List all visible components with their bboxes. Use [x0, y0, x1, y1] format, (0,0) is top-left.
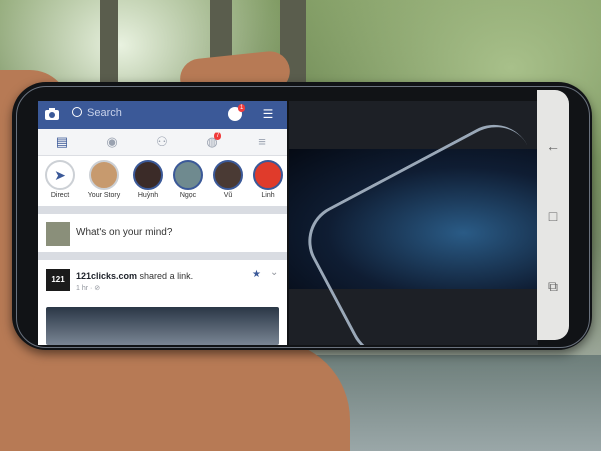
chevron-down-icon[interactable]: ⌄ [270, 267, 278, 278]
avatar [253, 160, 283, 190]
facebook-header: Search 1 ☰ [38, 101, 287, 129]
search-placeholder: Search [87, 107, 122, 119]
story-huynh[interactable]: Huỳnh [130, 160, 166, 199]
composer-prompt: What's on your mind? [76, 227, 173, 238]
story-ngoc[interactable]: Ngọc [170, 160, 206, 199]
post-header: 121clicks.com shared a link. [76, 271, 193, 281]
star-icon: ★ [252, 269, 261, 280]
story-label: Direct [50, 192, 70, 199]
post-image[interactable] [46, 307, 279, 345]
phone-render [294, 111, 538, 345]
page-logo[interactable]: 121 [46, 269, 70, 291]
video-pane [289, 101, 538, 345]
tab-friends[interactable]: ⚇ [154, 134, 170, 150]
story-your-story[interactable]: Your Story [86, 160, 122, 199]
notification-badge: 7 [214, 132, 222, 140]
avatar [133, 160, 163, 190]
post-author[interactable]: 121clicks.com [76, 271, 137, 281]
story-direct[interactable]: ➤ Direct [42, 160, 78, 199]
search-icon [72, 107, 82, 117]
home-icon[interactable]: □ [545, 208, 561, 224]
stories-row: ➤ Direct Your Story Huỳnh Ngọc Vũ Linh [38, 156, 287, 206]
avatar [213, 160, 243, 190]
feed-post: 121 121clicks.com shared a link. 1 hr · … [38, 261, 287, 345]
post-action: shared a link. [137, 271, 194, 281]
tab-menu[interactable]: ≡ [254, 134, 270, 150]
navigation-bar: ← □ ⧉ [537, 90, 569, 340]
story-vu[interactable]: Vũ [210, 160, 246, 199]
story-label: Your Story [87, 192, 121, 199]
post-meta: 1 hr · ⊘ [76, 285, 101, 292]
friend-requests-icon[interactable]: ☰ [260, 107, 276, 121]
search-input[interactable]: Search [72, 107, 122, 119]
facebook-tab-bar: ▤ ◉ ⚇ ◍ 7 ≡ [38, 129, 287, 156]
facebook-app-pane: Search 1 ☰ ▤ ◉ ⚇ ◍ 7 ≡ ➤ Direct Your Sto… [38, 101, 287, 345]
tab-groups[interactable]: ◉ [104, 134, 120, 150]
tab-news-feed[interactable]: ▤ [54, 134, 70, 150]
direct-icon: ➤ [45, 160, 75, 190]
story-label: Linh [261, 192, 275, 199]
hand-fingers [30, 340, 350, 451]
story-label: Vũ [223, 192, 233, 199]
divider [38, 252, 287, 260]
status-composer[interactable]: What's on your mind? [38, 214, 287, 252]
recent-apps-icon[interactable]: ⧉ [545, 278, 561, 294]
avatar [89, 160, 119, 190]
messenger-badge: 1 [238, 104, 246, 112]
avatar [46, 222, 70, 246]
avatar [173, 160, 203, 190]
story-linh[interactable]: Linh [250, 160, 286, 199]
story-label: Ngọc [179, 192, 197, 199]
camera-icon[interactable] [44, 107, 60, 121]
tree-trunk [100, 0, 118, 90]
back-icon[interactable]: ← [545, 138, 561, 154]
divider [38, 206, 287, 214]
video-player[interactable] [289, 111, 538, 345]
story-label: Huỳnh [137, 192, 159, 199]
